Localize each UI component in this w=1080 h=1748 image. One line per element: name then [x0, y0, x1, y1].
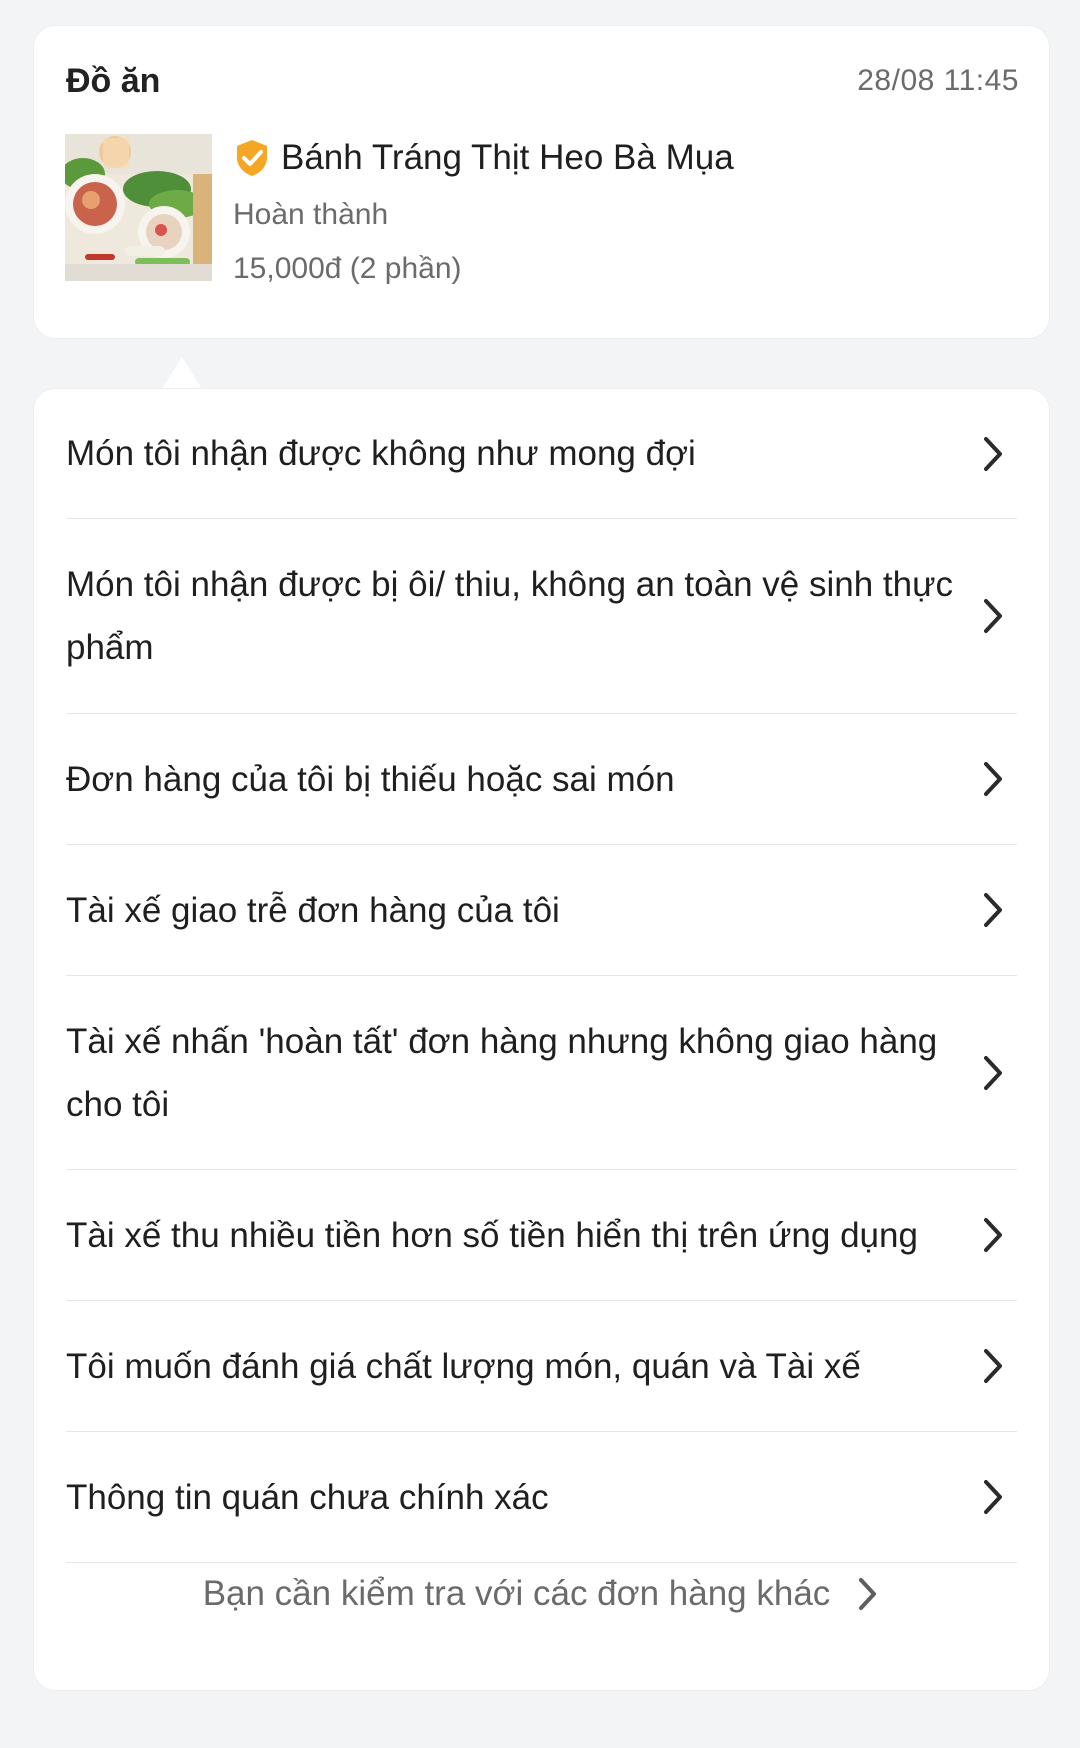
issue-label: Tài xế giao trễ đơn hàng của tôi: [66, 890, 560, 930]
chevron-right-icon: [979, 1477, 1007, 1517]
issue-item-not-delivered[interactable]: Tài xế nhấn 'hoàn tất' đơn hàng nhưng kh…: [66, 976, 1017, 1170]
issues-card: Món tôi nhận được không như mong đợi Món…: [33, 388, 1050, 1691]
order-summary-card[interactable]: Đồ ăn 28/08 11:45 Bánh Tráng Thịt Heo Bà…: [33, 25, 1050, 339]
chevron-right-icon: [979, 1215, 1007, 1255]
chevron-right-icon: [979, 1053, 1007, 1093]
store-thumbnail: [65, 134, 212, 281]
order-category: Đồ ăn: [66, 62, 161, 100]
issue-item-missing-items[interactable]: Đơn hàng của tôi bị thiếu hoặc sai món: [66, 714, 1017, 845]
store-name: Bánh Tráng Thịt Heo Bà Mụa: [281, 138, 734, 177]
issue-label: Món tôi nhận được không như mong đợi: [66, 434, 696, 473]
card-pointer: [162, 357, 202, 389]
issue-item-spoiled-food[interactable]: Món tôi nhận được bị ôi/ thiu, không an …: [66, 519, 1017, 714]
chevron-right-icon: [979, 434, 1007, 474]
chevron-right-icon: [854, 1575, 880, 1613]
issue-label: Đơn hàng của tôi bị thiếu hoặc sai món: [66, 759, 675, 799]
issue-item-overcharged[interactable]: Tài xế thu nhiều tiền hơn số tiền hiển t…: [66, 1170, 1017, 1301]
chevron-right-icon: [979, 1346, 1007, 1386]
issue-label: Món tôi nhận được bị ôi/ thiu, không an …: [66, 565, 954, 667]
issue-label: Tài xế nhấn 'hoàn tất' đơn hàng nhưng kh…: [66, 1021, 938, 1124]
order-datetime: 28/08 11:45: [857, 64, 1019, 97]
other-orders-label: Bạn cần kiểm tra với các đơn hàng khác: [202, 1574, 831, 1613]
order-price: 15,000đ (2 phần): [233, 252, 462, 285]
issue-list: Món tôi nhận được không như mong đợi Món…: [66, 389, 1017, 1563]
issue-item-rate-quality[interactable]: Tôi muốn đánh giá chất lượng món, quán v…: [66, 1301, 1017, 1432]
store-row: Bánh Tráng Thịt Heo Bà Mụa: [233, 138, 734, 178]
issue-label: Tôi muốn đánh giá chất lượng món, quán v…: [66, 1346, 861, 1386]
order-status: Hoàn thành: [233, 198, 389, 231]
issue-item-wrong-store-info[interactable]: Thông tin quán chưa chính xác: [66, 1432, 1017, 1563]
check-other-orders-link[interactable]: Bạn cần kiểm tra với các đơn hàng khác: [34, 1574, 1049, 1614]
food-photo-icon: [65, 134, 212, 281]
chevron-right-icon: [979, 890, 1007, 930]
chevron-right-icon: [979, 596, 1007, 636]
issue-item-unexpected-food[interactable]: Món tôi nhận được không như mong đợi: [66, 389, 1017, 519]
issue-label: Thông tin quán chưa chính xác: [66, 1477, 549, 1517]
chevron-right-icon: [979, 759, 1007, 799]
issue-label: Tài xế thu nhiều tiền hơn số tiền hiển t…: [66, 1215, 918, 1255]
issue-item-late-delivery[interactable]: Tài xế giao trễ đơn hàng của tôi: [66, 845, 1017, 976]
verified-shield-icon: [233, 138, 271, 178]
